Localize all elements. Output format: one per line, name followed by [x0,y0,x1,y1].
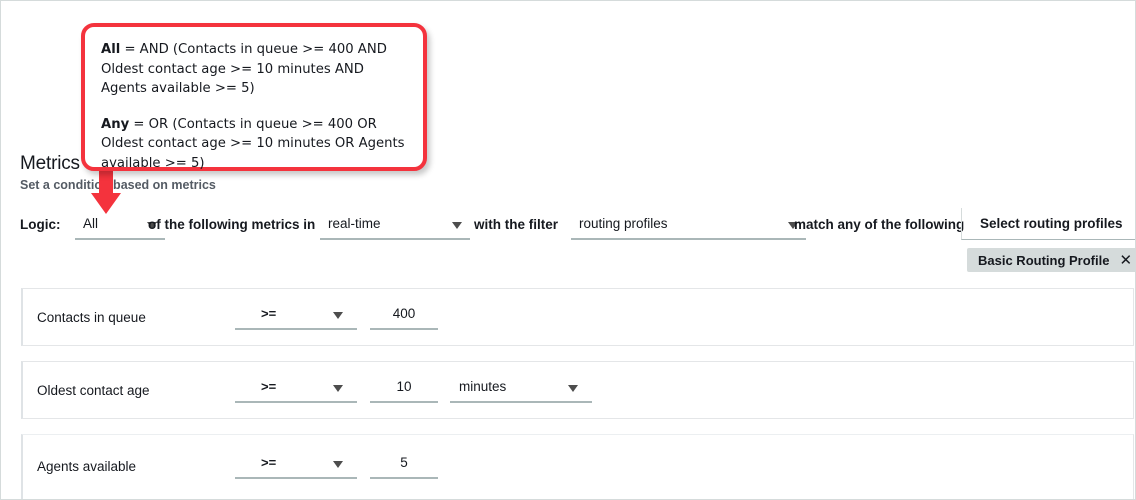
filter-type-select-value: routing profiles [579,216,668,231]
metric-row: Contacts in queue >= 400 [21,288,1134,346]
metric-value: 400 [370,306,438,321]
metric-row: Oldest contact age >= 10 minutes [21,361,1134,419]
annotation-arrow-head [91,193,121,214]
metric-operator-select[interactable]: >= [235,302,357,330]
annotation-paragraph-any: Any = OR (Contacts in queue >= 400 OR Ol… [101,115,407,174]
metric-unit-select[interactable]: minutes [450,375,592,403]
routing-profile-token-label: Basic Routing Profile [978,253,1109,268]
metric-name: Contacts in queue [37,310,146,325]
metric-operator-value: >= [261,379,276,394]
annotation-any-text: = OR (Contacts in queue >= 400 OR Oldest… [101,117,405,171]
text-match-any-of-the-following: match any of the following [794,217,964,232]
metric-name: Agents available [37,459,136,474]
metrics-condition-page: Metrics Set a condition based on metrics… [0,0,1136,500]
page-description: Set a condition based on metrics [20,178,216,192]
chevron-down-icon [333,385,343,392]
annotation-all-text: = AND (Contacts in queue >= 400 AND Olde… [101,42,387,96]
logic-row: Logic: All of the following metrics in r… [20,212,1120,240]
metric-unit-value: minutes [459,379,506,394]
metric-operator-value: >= [261,306,276,321]
chevron-down-icon [333,461,343,468]
page-title: Metrics [20,153,80,175]
annotation-paragraph-all: All = AND (Contacts in queue >= 400 AND … [101,40,407,99]
logic-label: Logic: [20,217,61,232]
select-routing-profiles-field[interactable]: Select routing profiles [961,208,1136,240]
filter-type-select[interactable]: routing profiles [571,212,806,240]
chevron-down-icon [333,312,343,319]
metric-name: Oldest contact age [37,383,150,398]
text-with-the-filter-label: with the filter [474,217,558,232]
metric-operator-value: >= [261,455,276,470]
chevron-down-icon [568,385,578,392]
timeframe-select-value: real-time [328,216,381,231]
close-icon[interactable]: ✕ [1119,253,1132,268]
metric-value: 5 [370,455,438,470]
annotation-any-keyword: Any [101,117,129,132]
metric-operator-select[interactable]: >= [235,451,357,479]
metric-value: 10 [370,379,438,394]
annotation-all-keyword: All [101,42,120,57]
annotation-callout: All = AND (Contacts in queue >= 400 AND … [81,23,427,171]
logic-select-value: All [83,216,98,231]
chevron-down-icon [452,222,462,229]
routing-profile-token[interactable]: Basic Routing Profile ✕ [967,248,1136,272]
metric-value-input[interactable]: 5 [370,451,438,479]
metric-operator-select[interactable]: >= [235,375,357,403]
metric-value-input[interactable]: 10 [370,375,438,403]
select-routing-profiles-label: Select routing profiles [980,216,1123,231]
metric-value-input[interactable]: 400 [370,302,438,330]
metric-row: Agents available >= 5 [21,434,1134,500]
timeframe-select[interactable]: real-time [320,212,470,240]
text-of-the-following-metrics-in: of the following metrics in [148,217,315,232]
